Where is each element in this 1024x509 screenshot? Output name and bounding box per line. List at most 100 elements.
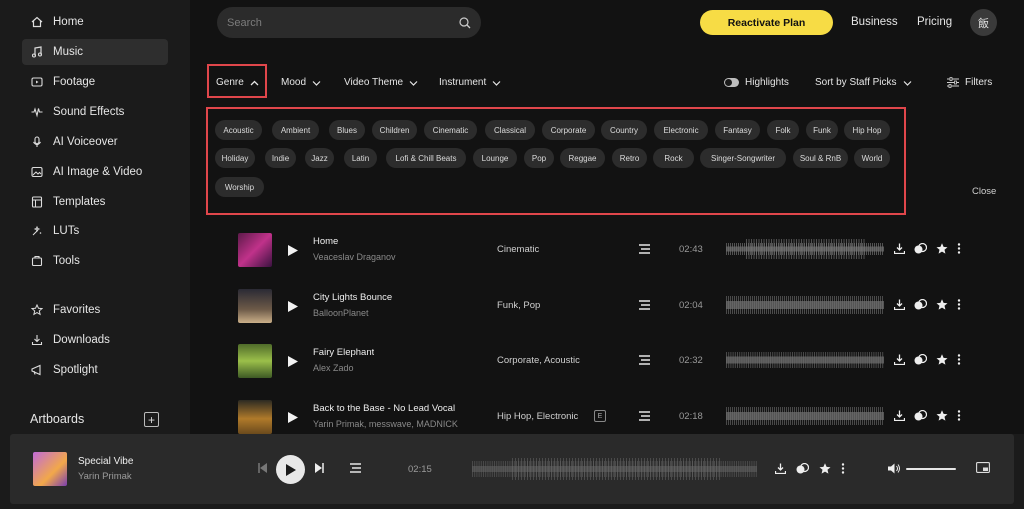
more-options-icon[interactable] <box>957 299 961 310</box>
volume-icon[interactable] <box>888 463 901 474</box>
reactivate-plan-button[interactable]: Reactivate Plan <box>700 10 833 35</box>
play-icon[interactable] <box>288 356 298 367</box>
pricing-link[interactable]: Pricing <box>917 16 952 28</box>
add-artboard-button[interactable]: + <box>144 412 159 427</box>
close-genre-panel-link[interactable]: Close <box>972 186 996 197</box>
next-icon[interactable] <box>315 463 324 473</box>
sidebar-item-sound-effects[interactable]: Sound Effects <box>22 99 168 125</box>
waveform-icon[interactable] <box>726 236 884 262</box>
download-icon[interactable] <box>894 243 905 254</box>
genre-chip[interactable]: Latin <box>344 148 377 168</box>
star-icon[interactable] <box>819 463 831 474</box>
track-artist[interactable]: Yarin Primak, messwave, MADNICK <box>313 419 458 429</box>
sidebar-item-footage[interactable]: Footage <box>22 69 168 95</box>
mini-player-icon[interactable] <box>976 462 990 473</box>
waveform-icon[interactable] <box>726 292 884 318</box>
sidebar-item-spotlight[interactable]: Spotlight <box>22 357 168 383</box>
play-pause-button[interactable] <box>276 455 305 484</box>
star-icon[interactable] <box>936 299 948 310</box>
waveform-icon[interactable] <box>472 456 757 482</box>
download-icon[interactable] <box>894 354 905 365</box>
track-title[interactable]: Fairy Elephant <box>313 347 374 358</box>
genre-chip[interactable]: Corporate <box>542 120 595 140</box>
track-artist[interactable]: BalloonPlanet <box>313 308 369 318</box>
genre-chip[interactable]: Cinematic <box>424 120 477 140</box>
genre-chip[interactable]: Electronic <box>654 120 708 140</box>
genre-chip[interactable]: Lounge <box>473 148 517 168</box>
sidebar-item-music[interactable]: Music <box>22 39 168 65</box>
download-icon[interactable] <box>894 299 905 310</box>
more-options-icon[interactable] <box>957 354 961 365</box>
list-icon[interactable] <box>639 411 650 421</box>
genre-chip[interactable]: Jazz <box>305 148 334 168</box>
list-icon[interactable] <box>639 355 650 365</box>
sidebar-item-templates[interactable]: Templates <box>22 189 168 215</box>
genre-chip[interactable]: Blues <box>329 120 365 140</box>
more-options-icon[interactable] <box>957 410 961 421</box>
star-icon[interactable] <box>936 354 948 365</box>
sidebar-item-luts[interactable]: LUTs <box>22 218 168 244</box>
sidebar-item-ai-voiceover[interactable]: AI Voiceover <box>22 129 168 155</box>
genre-chip[interactable]: Worship <box>215 177 264 197</box>
more-options-icon[interactable] <box>841 463 845 474</box>
genre-chip[interactable]: Pop <box>524 148 554 168</box>
business-link[interactable]: Business <box>851 16 898 28</box>
track-row[interactable]: Fairy Elephant Alex Zado Corporate, Acou… <box>190 344 1024 394</box>
play-icon[interactable] <box>288 412 298 423</box>
genre-filter-button[interactable]: Genre <box>216 77 259 88</box>
download-icon[interactable] <box>894 410 905 421</box>
genre-chip[interactable]: Funk <box>806 120 838 140</box>
search-icon[interactable] <box>459 16 471 29</box>
track-artist[interactable]: Alex Zado <box>313 363 354 373</box>
track-title[interactable]: Home <box>313 236 338 247</box>
genre-chip[interactable]: Hip Hop <box>844 120 890 140</box>
waveform-icon[interactable] <box>726 403 884 429</box>
download-icon[interactable] <box>775 463 786 474</box>
similar-tracks-icon[interactable] <box>914 243 927 254</box>
list-icon[interactable] <box>350 463 361 473</box>
search-input[interactable] <box>227 16 459 29</box>
track-row[interactable]: Home Veaceslav Draganov Cinematic 02:43 <box>190 233 1024 283</box>
track-title[interactable]: Back to the Base - No Lead Vocal <box>313 403 455 414</box>
instrument-filter-button[interactable]: Instrument <box>439 77 501 88</box>
more-options-icon[interactable] <box>957 243 961 254</box>
star-icon[interactable] <box>936 410 948 421</box>
genre-chip[interactable]: Singer-Songwriter <box>700 148 786 168</box>
sidebar-item-downloads[interactable]: Downloads <box>22 327 168 353</box>
genre-chip[interactable]: Fantasy <box>715 120 760 140</box>
sidebar-item-tools[interactable]: Tools <box>22 248 168 274</box>
similar-tracks-icon[interactable] <box>796 463 809 474</box>
genre-chip[interactable]: Rock <box>653 148 694 168</box>
genre-chip[interactable]: Folk <box>767 120 799 140</box>
volume-slider[interactable] <box>906 468 956 470</box>
genre-chip[interactable]: Classical <box>485 120 535 140</box>
video-theme-filter-button[interactable]: Video Theme <box>344 77 418 88</box>
similar-tracks-icon[interactable] <box>914 354 927 365</box>
previous-icon[interactable] <box>258 463 267 473</box>
genre-chip[interactable]: Children <box>372 120 417 140</box>
sidebar-item-home[interactable]: Home <box>22 9 168 35</box>
genre-chip[interactable]: Retro <box>612 148 647 168</box>
waveform-icon[interactable] <box>726 347 884 373</box>
similar-tracks-icon[interactable] <box>914 410 927 421</box>
highlights-toggle[interactable] <box>724 78 739 87</box>
play-icon[interactable] <box>288 245 298 256</box>
track-title[interactable]: City Lights Bounce <box>313 292 392 303</box>
similar-tracks-icon[interactable] <box>914 299 927 310</box>
genre-chip[interactable]: Acoustic <box>215 120 262 140</box>
now-playing-artist[interactable]: Yarin Primak <box>78 471 132 482</box>
genre-chip[interactable]: Indie <box>265 148 296 168</box>
mood-filter-button[interactable]: Mood <box>281 77 321 88</box>
sidebar-item-ai-image-video[interactable]: AI Image & Video <box>22 159 168 185</box>
play-icon[interactable] <box>288 301 298 312</box>
sort-dropdown[interactable]: Sort by Staff Picks <box>815 77 912 88</box>
track-row[interactable]: City Lights Bounce BalloonPlanet Funk, P… <box>190 289 1024 339</box>
list-icon[interactable] <box>639 244 650 254</box>
genre-chip[interactable]: Holiday <box>215 148 255 168</box>
now-playing-title[interactable]: Special Vibe <box>78 456 133 467</box>
genre-chip[interactable]: Lofi & Chill Beats <box>386 148 466 168</box>
genre-chip[interactable]: World <box>854 148 890 168</box>
track-artist[interactable]: Veaceslav Draganov <box>313 252 396 262</box>
genre-chip[interactable]: Soul & RnB <box>793 148 848 168</box>
star-icon[interactable] <box>936 243 948 254</box>
